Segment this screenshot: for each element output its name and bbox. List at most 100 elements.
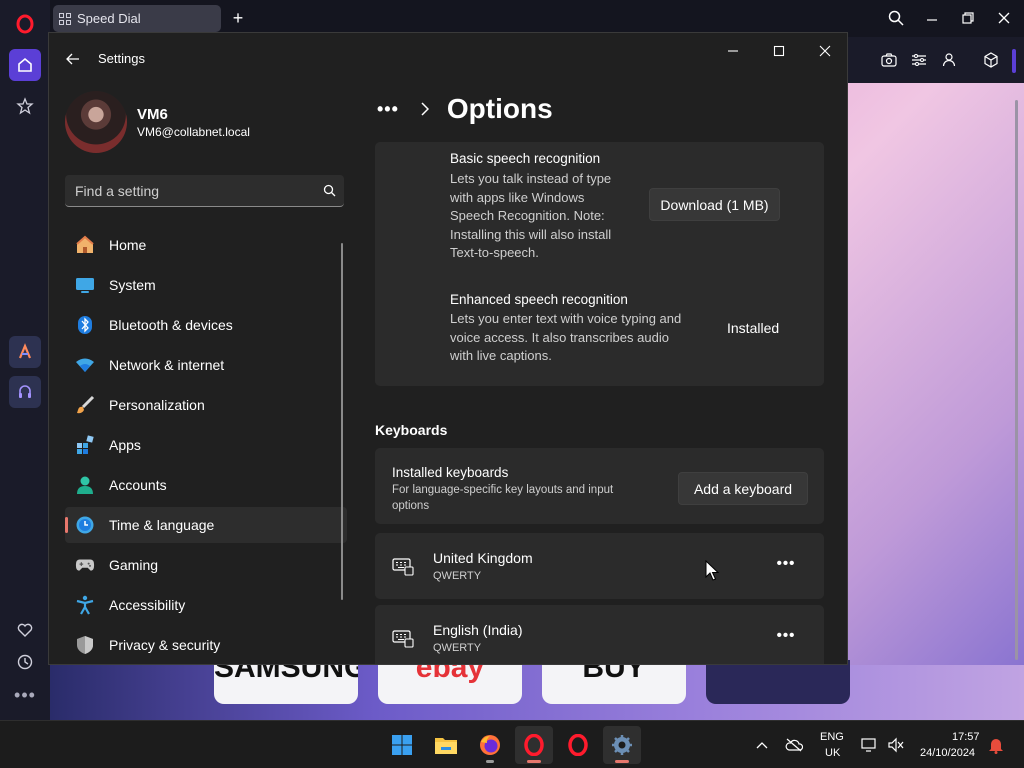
time-language-icon [75, 515, 95, 535]
easy-setup-icon[interactable] [909, 50, 929, 70]
history-clock-icon[interactable] [9, 646, 41, 678]
keyboard-name: English (India) [433, 622, 523, 638]
apps-icon [75, 435, 95, 455]
keyboard-layout: QWERTY [433, 642, 482, 654]
add-keyboard-button[interactable]: Add a keyboard [678, 472, 808, 505]
maximize-button[interactable] [764, 41, 794, 61]
clock-date[interactable]: 24/10/2024 [920, 747, 975, 759]
speed-dial-tile-samsung[interactable]: SAMSUNG [214, 660, 358, 704]
nav-item-personalization[interactable]: Personalization [65, 387, 347, 423]
breadcrumb: ••• Options [377, 89, 553, 129]
settings-icon[interactable] [603, 726, 641, 764]
basic-speech-title: Basic speech recognition [450, 151, 601, 166]
sidebar-accent-indicator [1012, 49, 1016, 73]
installed-keyboards-description: For language-specific key layouts and in… [392, 484, 614, 512]
star-icon[interactable] [9, 90, 41, 122]
file-explorer-icon[interactable] [427, 726, 465, 764]
installed-keyboards-card: Installed keyboards For language-specifi… [375, 448, 824, 524]
home-icon[interactable] [9, 49, 41, 81]
music-player-icon[interactable] [9, 376, 41, 408]
extensions-cube-icon[interactable] [981, 50, 1001, 70]
speed-dial-tile-ebay[interactable]: ebay [378, 660, 522, 704]
nav-item-apps[interactable]: Apps [65, 427, 347, 463]
gaming-icon [75, 555, 95, 575]
more-options-icon[interactable]: ••• [9, 679, 41, 711]
nav-label: Apps [109, 437, 141, 453]
keyboard-name: United Kingdom [433, 550, 533, 566]
home-icon [75, 235, 95, 255]
opera-icon[interactable] [515, 726, 553, 764]
opera-sidebar: ••• [0, 0, 50, 720]
language-indicator[interactable]: ENG [820, 731, 844, 743]
system-icon [75, 275, 95, 295]
nav-item-privacy-security[interactable]: Privacy & security [65, 627, 347, 663]
nav-item-bluetooth[interactable]: Bluetooth & devices [65, 307, 347, 343]
avatar[interactable] [65, 91, 127, 153]
search-tabs-icon[interactable] [884, 6, 908, 30]
aria-ai-icon[interactable] [9, 336, 41, 368]
browser-close-button[interactable] [992, 6, 1016, 30]
new-tab-button[interactable]: + [228, 8, 248, 28]
keyboard-item-english-india[interactable]: English (India) QWERTY ••• [375, 605, 824, 664]
nav-label: Accessibility [109, 597, 186, 613]
nav-item-accounts[interactable]: Accounts [65, 467, 347, 503]
back-arrow-icon[interactable] [63, 49, 83, 69]
browser-restore-button[interactable] [956, 6, 980, 30]
search-box[interactable] [65, 175, 344, 207]
nav-item-accessibility[interactable]: Accessibility [65, 587, 347, 623]
settings-window: Settings VM6 VM6@collabnet.local Home [48, 32, 848, 665]
firefox-icon[interactable] [471, 726, 509, 764]
nav-label: Home [109, 237, 147, 253]
download-button[interactable]: Download (1 MB) [649, 188, 780, 221]
speed-dial-tile-buy[interactable]: BUY [542, 660, 686, 704]
camera-snapshot-icon[interactable] [879, 50, 899, 70]
search-icon[interactable] [314, 176, 344, 206]
nav-label: System [109, 277, 156, 293]
notification-bell-icon[interactable] [986, 735, 1006, 755]
user-name: VM6 [137, 106, 168, 123]
nav-item-time-language[interactable]: Time & language [65, 507, 347, 543]
nav-item-gaming[interactable]: Gaming [65, 547, 347, 583]
keyboard-layout-indicator[interactable]: UK [825, 747, 840, 759]
start-icon[interactable] [383, 726, 421, 764]
bluetooth-icon [75, 315, 95, 335]
onedrive-offline-icon[interactable] [784, 735, 804, 755]
nav-item-system[interactable]: System [65, 267, 347, 303]
nav-scrollbar[interactable] [341, 243, 343, 600]
keyboard-more-options-button[interactable]: ••• [771, 627, 801, 649]
shield-icon [75, 635, 95, 655]
profile-icon[interactable] [939, 50, 959, 70]
nav-label: Personalization [109, 397, 205, 413]
speed-dial-tile-add[interactable] [706, 660, 850, 704]
volume-muted-icon[interactable] [886, 735, 906, 755]
close-button[interactable] [810, 41, 840, 61]
nav-label: Bluetooth & devices [109, 317, 233, 333]
heart-icon[interactable] [9, 614, 41, 646]
nav-label: Gaming [109, 557, 159, 573]
brush-icon [75, 395, 95, 415]
browser-minimize-button[interactable] [920, 6, 944, 30]
nav-item-network[interactable]: Network & internet [65, 347, 347, 383]
minimize-button[interactable] [718, 41, 748, 61]
enhanced-speech-title: Enhanced speech recognition [450, 292, 628, 307]
network-icon[interactable] [860, 735, 880, 755]
enhanced-speech-description: Lets you enter text with voice typing an… [450, 311, 682, 363]
installed-keyboards-title: Installed keyboards [392, 465, 509, 480]
nav-item-home[interactable]: Home [65, 227, 347, 263]
breadcrumb-more-button[interactable]: ••• [377, 99, 399, 120]
keyboard-item-united-kingdom[interactable]: United Kingdom QWERTY ••• [375, 533, 824, 599]
keyboard-more-options-button[interactable]: ••• [771, 555, 801, 577]
browser-toolbar [848, 37, 1024, 83]
nav-label: Accounts [109, 477, 167, 493]
tab-speed-dial[interactable]: Speed Dial [53, 5, 221, 32]
clock-time[interactable]: 17:57 [952, 731, 980, 743]
chevron-right-icon [421, 102, 429, 116]
speed-dial-scrollbar[interactable] [1015, 100, 1018, 660]
opera-icon[interactable] [559, 726, 597, 764]
search-input[interactable] [75, 182, 314, 199]
keyboard-icon [391, 554, 415, 578]
keyboard-layout: QWERTY [433, 570, 482, 582]
opera-logo-icon[interactable] [9, 8, 41, 40]
page-title: Options [446, 93, 553, 124]
chevron-up-icon[interactable] [752, 735, 772, 755]
